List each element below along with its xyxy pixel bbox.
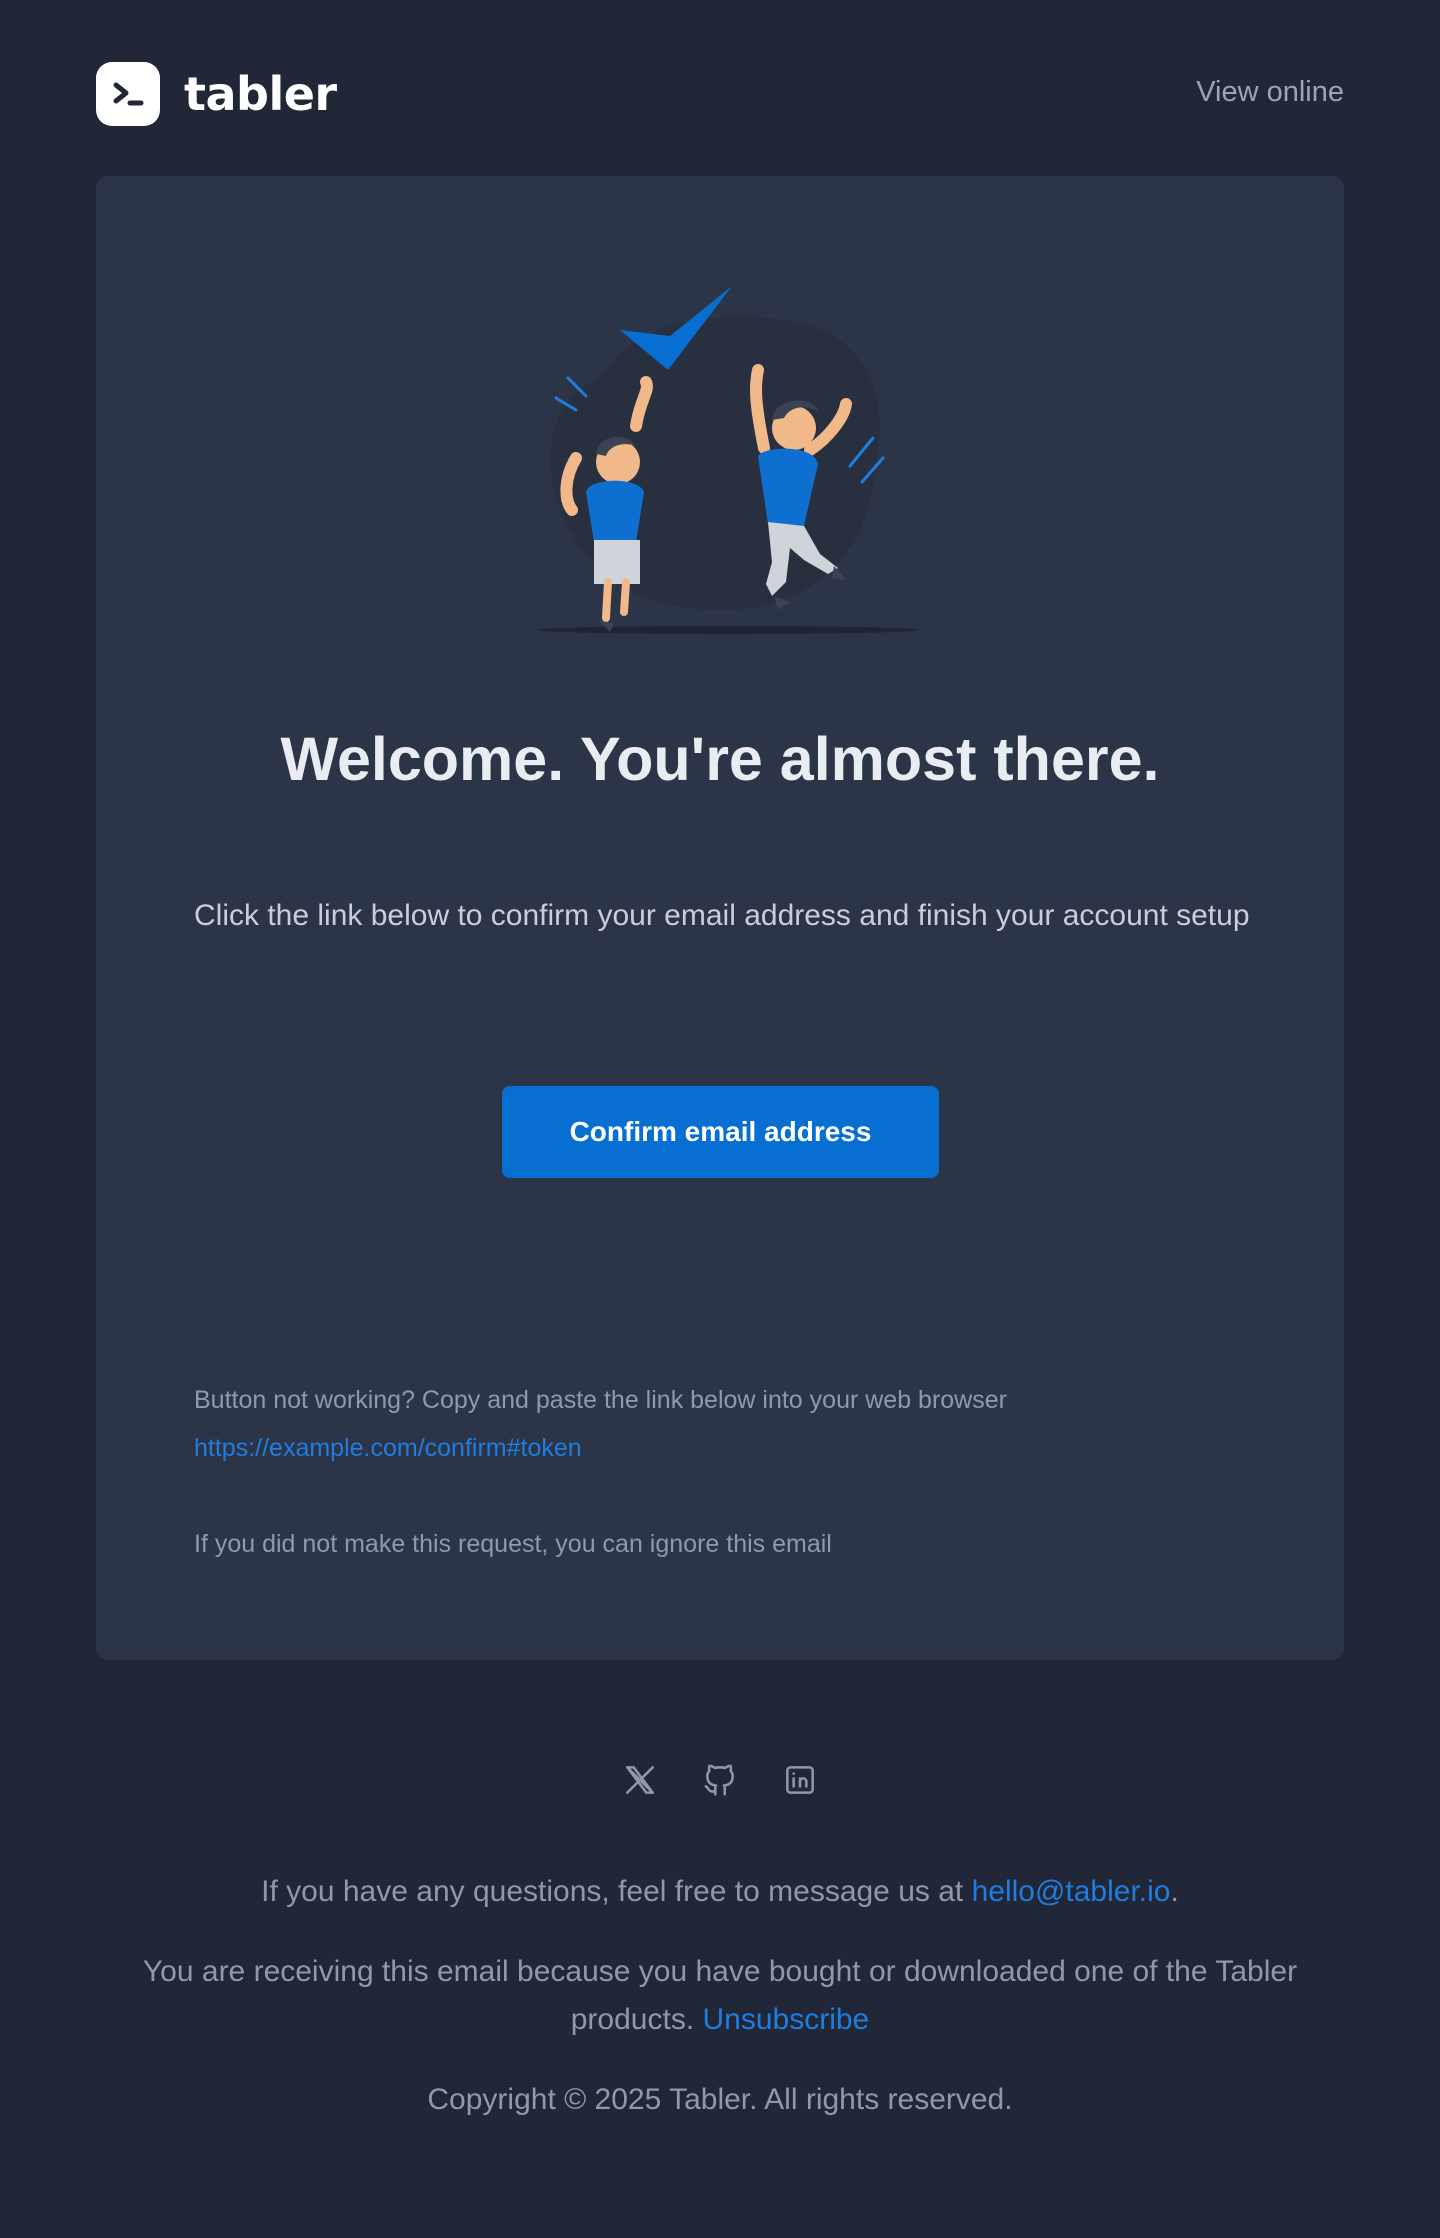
unsubscribe-link[interactable]: Unsubscribe [702,2003,869,2036]
ignore-notice: If you did not make this request, you ca… [194,1530,832,1558]
contact-line: If you have any questions, feel free to … [0,1868,1440,1916]
fallback-instruction: Button not working? Copy and paste the l… [194,1386,1007,1414]
linkedin-icon[interactable] [780,1760,820,1800]
social-links [0,1760,1440,1800]
email-page: tabler View online Welcome. You're almos… [0,0,1440,2238]
contact-prefix: If you have any questions, feel free to … [261,1875,972,1908]
view-online-link[interactable]: View online [1196,76,1344,109]
x-icon[interactable] [620,1760,660,1800]
celebration-illustration [538,286,918,634]
confirm-email-button[interactable]: Confirm email address [502,1086,939,1178]
confirm-url-link[interactable]: https://example.com/confirm#token [194,1424,582,1472]
brand-name: tabler [184,67,337,121]
contact-suffix: . [1170,1875,1179,1908]
email-title: Welcome. You're almost there. [280,725,1160,793]
receiving-notice: You are receiving this email because you… [0,1948,1440,2044]
email-body-text: Click the link below to confirm your ema… [194,899,1250,932]
email-header: tabler View online [96,62,1344,128]
contact-email-link[interactable]: hello@tabler.io [972,1875,1171,1908]
copyright: Copyright © 2025 Tabler. All rights rese… [427,2083,1013,2116]
tabler-logo[interactable]: tabler [96,62,337,126]
github-icon[interactable] [700,1760,740,1800]
terminal-icon [96,62,160,126]
email-card: Welcome. You're almost there. Click the … [96,176,1344,1660]
